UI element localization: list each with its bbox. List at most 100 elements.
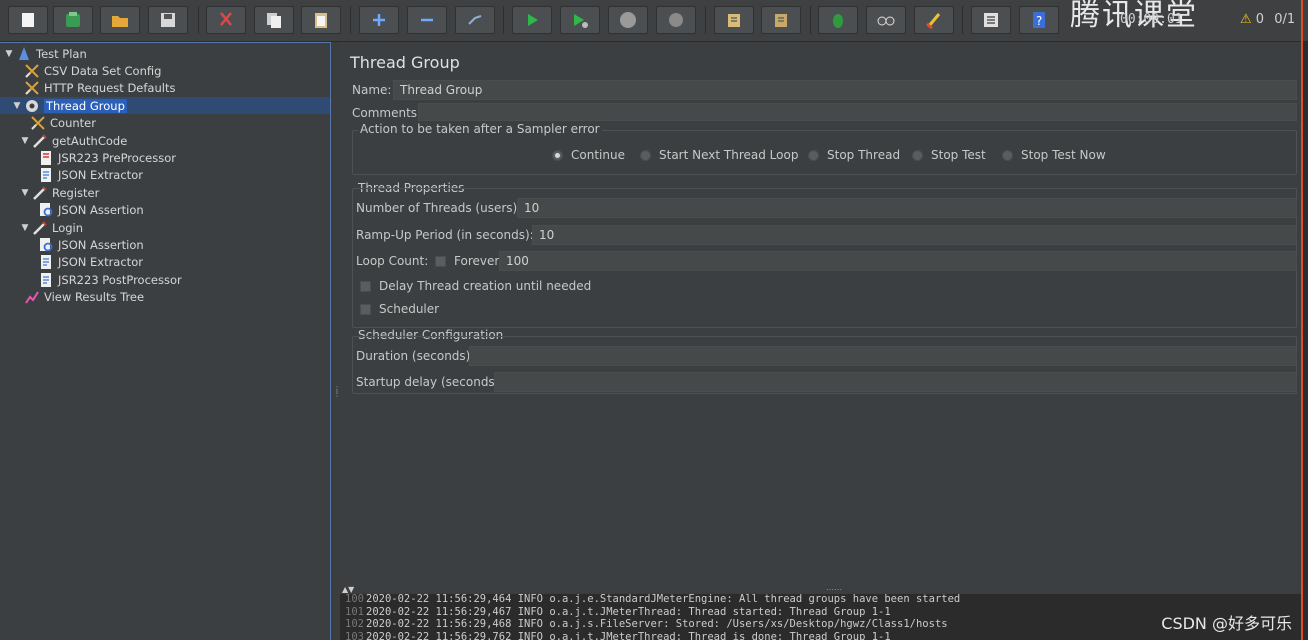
- stop-button[interactable]: [608, 6, 648, 34]
- threads-label: Number of Threads (users):: [356, 201, 522, 215]
- svg-text:?: ?: [1036, 14, 1042, 28]
- sampler-error-option[interactable]: Stop Thread: [808, 148, 900, 162]
- stop-icon: [620, 12, 636, 28]
- tree-node-label: getAuthCode: [52, 133, 128, 148]
- right-scrollbar[interactable]: [1303, 42, 1308, 640]
- forever-box[interactable]: [435, 255, 446, 267]
- radio-label: Stop Thread: [827, 148, 901, 162]
- loop-count-field[interactable]: 100: [499, 251, 1297, 271]
- warning-icon[interactable]: ⚠: [1240, 12, 1252, 27]
- test-plan-tree[interactable]: ▼ Test Plan CSV Data Set Config HTTP Reques…: [0, 42, 331, 640]
- sampler-error-legend: Action to be taken after a Sampler error: [358, 122, 602, 136]
- expand-toggle-icon[interactable]: ▼: [20, 188, 30, 198]
- start-icon: [528, 14, 538, 26]
- clear-all-icon: [926, 13, 941, 30]
- forever-checkbox[interactable]: Forever: [435, 254, 499, 268]
- active-threads: 0/1: [1274, 12, 1296, 27]
- remote-start-button[interactable]: [714, 6, 754, 34]
- sampler-error-option[interactable]: Continue: [552, 148, 625, 162]
- remote-stop-button[interactable]: [761, 6, 801, 34]
- tree-node[interactable]: JSR223 PreProcessor: [38, 149, 176, 166]
- tree-node[interactable]: JSON Extractor: [38, 167, 143, 184]
- log-line: 103 2020-02-22 11:56:29,762 INFO o.a.j.t.…: [340, 631, 891, 640]
- open-icon: [112, 16, 128, 27]
- open-button[interactable]: [100, 6, 140, 34]
- delay-thread-box[interactable]: [360, 280, 371, 292]
- duration-field[interactable]: [469, 346, 1297, 366]
- tree-node-label: CSV Data Set Config: [44, 63, 162, 78]
- forever-label: Forever: [454, 254, 500, 268]
- log-divider-grip[interactable]: ⋯⋯: [826, 585, 842, 594]
- log-divider[interactable]: [340, 586, 1301, 594]
- expand-button[interactable]: [359, 6, 399, 34]
- toggle-icon: [468, 15, 482, 25]
- tree-node[interactable]: View Results Tree: [24, 289, 144, 306]
- clear-icon: [833, 14, 843, 28]
- search-button[interactable]: [866, 6, 906, 34]
- tree-node-label: JSON Extractor: [58, 168, 143, 183]
- radio-button[interactable]: [640, 149, 651, 161]
- cut-icon: [220, 12, 232, 26]
- help-icon: ?: [1033, 12, 1045, 28]
- log-collapse-arrows[interactable]: ▲▼: [342, 585, 354, 594]
- cut-button[interactable]: [206, 6, 246, 34]
- sampler-error-option[interactable]: Start Next Thread Loop: [640, 148, 798, 162]
- sampler-icon: [32, 220, 48, 236]
- radio-button[interactable]: [552, 149, 563, 161]
- save-button[interactable]: [148, 6, 188, 34]
- tree-node-label: Counter: [50, 116, 96, 131]
- scheduler-checkbox[interactable]: Scheduler: [360, 302, 439, 316]
- tree-node[interactable]: ▼ Test Plan: [4, 45, 87, 62]
- startup-delay-label: Startup delay (seconds): [356, 375, 500, 389]
- tree-node[interactable]: ▼ Register: [20, 184, 100, 201]
- start-button[interactable]: [512, 6, 552, 34]
- paste-button[interactable]: [301, 6, 341, 34]
- rampup-field[interactable]: 10: [532, 225, 1297, 245]
- help-button[interactable]: ?: [1019, 6, 1059, 34]
- splitter[interactable]: [331, 42, 340, 640]
- new-button[interactable]: [8, 6, 48, 34]
- tree-node[interactable]: ▼ Login: [20, 219, 84, 236]
- tree-node[interactable]: JSON Extractor: [38, 254, 143, 271]
- scheduler-box[interactable]: [360, 303, 371, 315]
- radio-button[interactable]: [808, 149, 819, 161]
- shutdown-button[interactable]: [656, 6, 696, 34]
- comments-field[interactable]: [418, 103, 1297, 121]
- function-helper-button[interactable]: [971, 6, 1011, 34]
- sampler-error-option[interactable]: Stop Test: [912, 148, 986, 162]
- toolbar-separator: [962, 6, 963, 34]
- tree-node[interactable]: Counter: [30, 115, 96, 132]
- toggle-button[interactable]: [455, 6, 495, 34]
- collapse-button[interactable]: [407, 6, 447, 34]
- tree-node[interactable]: JSON Assertion: [38, 236, 144, 253]
- tree-node-label: HTTP Request Defaults: [44, 81, 176, 96]
- start-no-pauses-button[interactable]: [560, 6, 600, 34]
- radio-button[interactable]: [1002, 149, 1013, 161]
- clear-button[interactable]: [818, 6, 858, 34]
- expand-toggle-icon[interactable]: ▼: [20, 223, 30, 233]
- delay-thread-checkbox[interactable]: Delay Thread creation until needed: [360, 279, 591, 293]
- tree-node[interactable]: JSR223 PostProcessor: [38, 271, 182, 288]
- sampler-error-option[interactable]: Stop Test Now: [1002, 148, 1106, 162]
- startup-delay-field[interactable]: [494, 372, 1297, 392]
- postprocessor-icon: [38, 254, 54, 270]
- copy-button[interactable]: [254, 6, 294, 34]
- expand-toggle-icon[interactable]: ▼: [4, 49, 14, 59]
- radio-button[interactable]: [912, 149, 923, 161]
- templates-button[interactable]: [53, 6, 93, 34]
- tree-node[interactable]: ▼ getAuthCode: [20, 132, 128, 149]
- tree-node[interactable]: JSON Assertion: [38, 202, 144, 219]
- name-field[interactable]: Thread Group: [393, 80, 1297, 100]
- tree-node[interactable]: CSV Data Set Config: [24, 62, 161, 79]
- collapse-icon: [421, 18, 433, 22]
- tree-node[interactable]: HTTP Request Defaults: [24, 80, 175, 97]
- log-line: 101 2020-02-22 11:56:29,467 INFO o.a.j.t.…: [340, 606, 891, 619]
- log-line: 100 2020-02-22 11:56:29,464 INFO o.a.j.e.…: [340, 594, 960, 606]
- threads-field[interactable]: 10: [517, 198, 1297, 218]
- tree-node[interactable]: ▼ Thread Group: [0, 97, 330, 115]
- expand-toggle-icon[interactable]: ▼: [20, 136, 30, 146]
- config-icon: [24, 63, 40, 79]
- clear-all-button[interactable]: [914, 6, 954, 34]
- gear-icon: [24, 98, 40, 114]
- expand-toggle-icon[interactable]: ▼: [12, 101, 22, 111]
